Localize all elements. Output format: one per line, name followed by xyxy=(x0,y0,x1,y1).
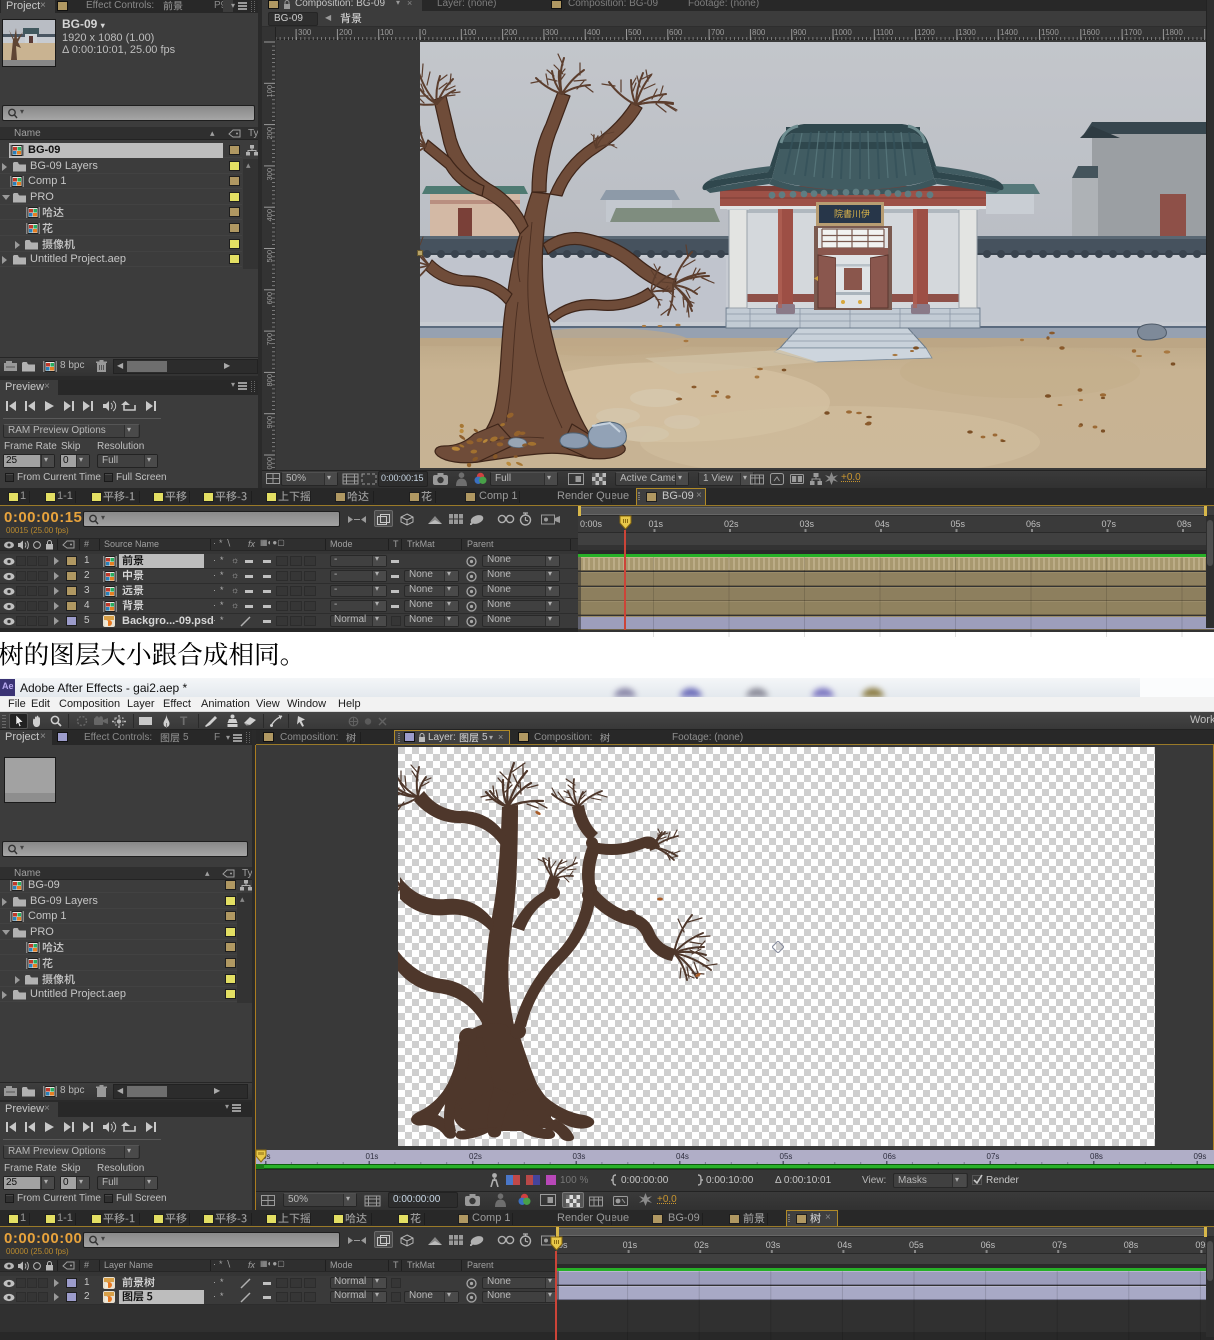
svg-text:02s: 02s xyxy=(469,1152,482,1161)
svg-text:08s: 08s xyxy=(1177,519,1192,529)
svg-text:700: 700 xyxy=(711,28,725,37)
svg-text:03s: 03s xyxy=(800,519,815,529)
svg-text:200: 200 xyxy=(504,28,518,37)
svg-text:1400: 1400 xyxy=(1000,28,1018,37)
svg-text:900: 900 xyxy=(793,28,807,37)
svg-text:100: 100 xyxy=(463,28,477,37)
svg-text:06s: 06s xyxy=(883,1152,896,1161)
svg-text:1800: 1800 xyxy=(1165,28,1183,37)
svg-text:900: 900 xyxy=(265,416,274,429)
svg-text:500: 500 xyxy=(628,28,642,37)
svg-text:03s: 03s xyxy=(573,1152,586,1161)
svg-text:1200: 1200 xyxy=(917,28,935,37)
svg-text:07s: 07s xyxy=(987,1152,1000,1161)
svg-text:08s: 08s xyxy=(1124,1240,1139,1250)
svg-text:04s: 04s xyxy=(837,1240,852,1250)
svg-text:04s: 04s xyxy=(676,1152,689,1161)
svg-text:09s: 09s xyxy=(1194,1152,1207,1161)
svg-text:1100: 1100 xyxy=(876,28,894,37)
svg-text:100: 100 xyxy=(265,85,274,98)
svg-text:400: 400 xyxy=(587,28,601,37)
svg-text:200: 200 xyxy=(339,28,353,37)
svg-text:700: 700 xyxy=(265,333,274,346)
svg-text:0: 0 xyxy=(422,28,427,37)
svg-text:1300: 1300 xyxy=(958,28,976,37)
svg-text:0:00s: 0:00s xyxy=(580,519,603,529)
svg-text:400: 400 xyxy=(265,209,274,222)
svg-text:02s: 02s xyxy=(724,519,739,529)
svg-text:1000: 1000 xyxy=(834,28,852,37)
svg-text:300: 300 xyxy=(265,168,274,181)
svg-text:300: 300 xyxy=(545,28,559,37)
svg-text:05s: 05s xyxy=(951,519,966,529)
svg-text:600: 600 xyxy=(669,28,683,37)
svg-text:04s: 04s xyxy=(875,519,890,529)
svg-text:1500: 1500 xyxy=(1041,28,1059,37)
svg-text:08s: 08s xyxy=(1090,1152,1103,1161)
svg-text:07s: 07s xyxy=(1052,1240,1067,1250)
svg-text:02s: 02s xyxy=(694,1240,709,1250)
svg-text:100: 100 xyxy=(380,28,394,37)
svg-text:800: 800 xyxy=(265,374,274,387)
svg-text:03s: 03s xyxy=(766,1240,781,1250)
svg-text:05s: 05s xyxy=(909,1240,924,1250)
svg-text:01s: 01s xyxy=(366,1152,379,1161)
svg-text:200: 200 xyxy=(265,127,274,140)
svg-text:01s: 01s xyxy=(649,519,664,529)
svg-text:300: 300 xyxy=(298,28,312,37)
svg-text:01s: 01s xyxy=(623,1240,638,1250)
svg-text:500: 500 xyxy=(265,250,274,263)
svg-text:800: 800 xyxy=(752,28,766,37)
svg-text:1000: 1000 xyxy=(265,457,274,470)
svg-text:07s: 07s xyxy=(1102,519,1117,529)
svg-text:06s: 06s xyxy=(981,1240,996,1250)
svg-text:05s: 05s xyxy=(780,1152,793,1161)
svg-text:600: 600 xyxy=(265,292,274,305)
svg-text:1700: 1700 xyxy=(1124,28,1142,37)
svg-text:1600: 1600 xyxy=(1082,28,1100,37)
svg-text:06s: 06s xyxy=(1026,519,1041,529)
